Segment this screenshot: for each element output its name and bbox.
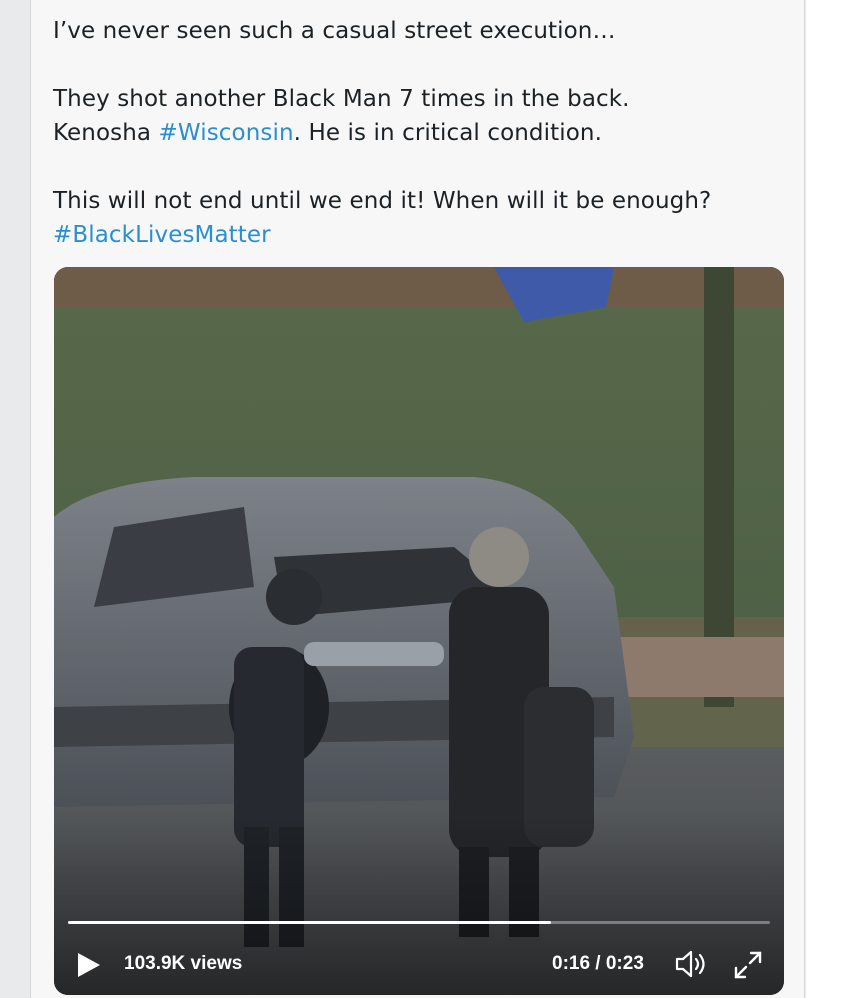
tweet-text: I’ve never seen such a casual street exe… (53, 14, 793, 252)
view-count: 103.9K views (124, 953, 243, 974)
tweet-line-3-prefix: Kenosha (53, 120, 159, 146)
video-player[interactable]: 103.9K views 0:16 / 0:23 (54, 267, 784, 995)
tweet-line-3: Kenosha #Wisconsin. He is in critical co… (53, 116, 793, 150)
tweet-card: I’ve never seen such a casual street exe… (30, 0, 805, 998)
hashtag-blacklivesmatter[interactable]: #BlackLivesMatter (53, 222, 271, 248)
tweet-line-1: I’ve never seen such a casual street exe… (53, 18, 616, 44)
tweet-line-4: This will not end until we end it! When … (53, 188, 712, 214)
hashtag-wisconsin[interactable]: #Wisconsin (159, 120, 294, 146)
tweet-line-3-suffix: . He is in critical condition. (293, 120, 602, 146)
video-controls: 103.9K views 0:16 / 0:23 (54, 939, 784, 991)
progress-bar[interactable] (68, 921, 770, 924)
play-icon[interactable] (76, 951, 102, 979)
tweet-line-5: #BlackLivesMatter (53, 218, 793, 252)
volume-icon[interactable] (674, 949, 710, 979)
progress-bar-fill (68, 921, 551, 924)
right-gutter (806, 0, 865, 998)
video-frame (54, 267, 784, 995)
tweet-line-2: They shot another Black Man 7 times in t… (53, 86, 630, 112)
fullscreen-icon[interactable] (732, 949, 764, 981)
playback-time: 0:16 / 0:23 (552, 953, 644, 974)
